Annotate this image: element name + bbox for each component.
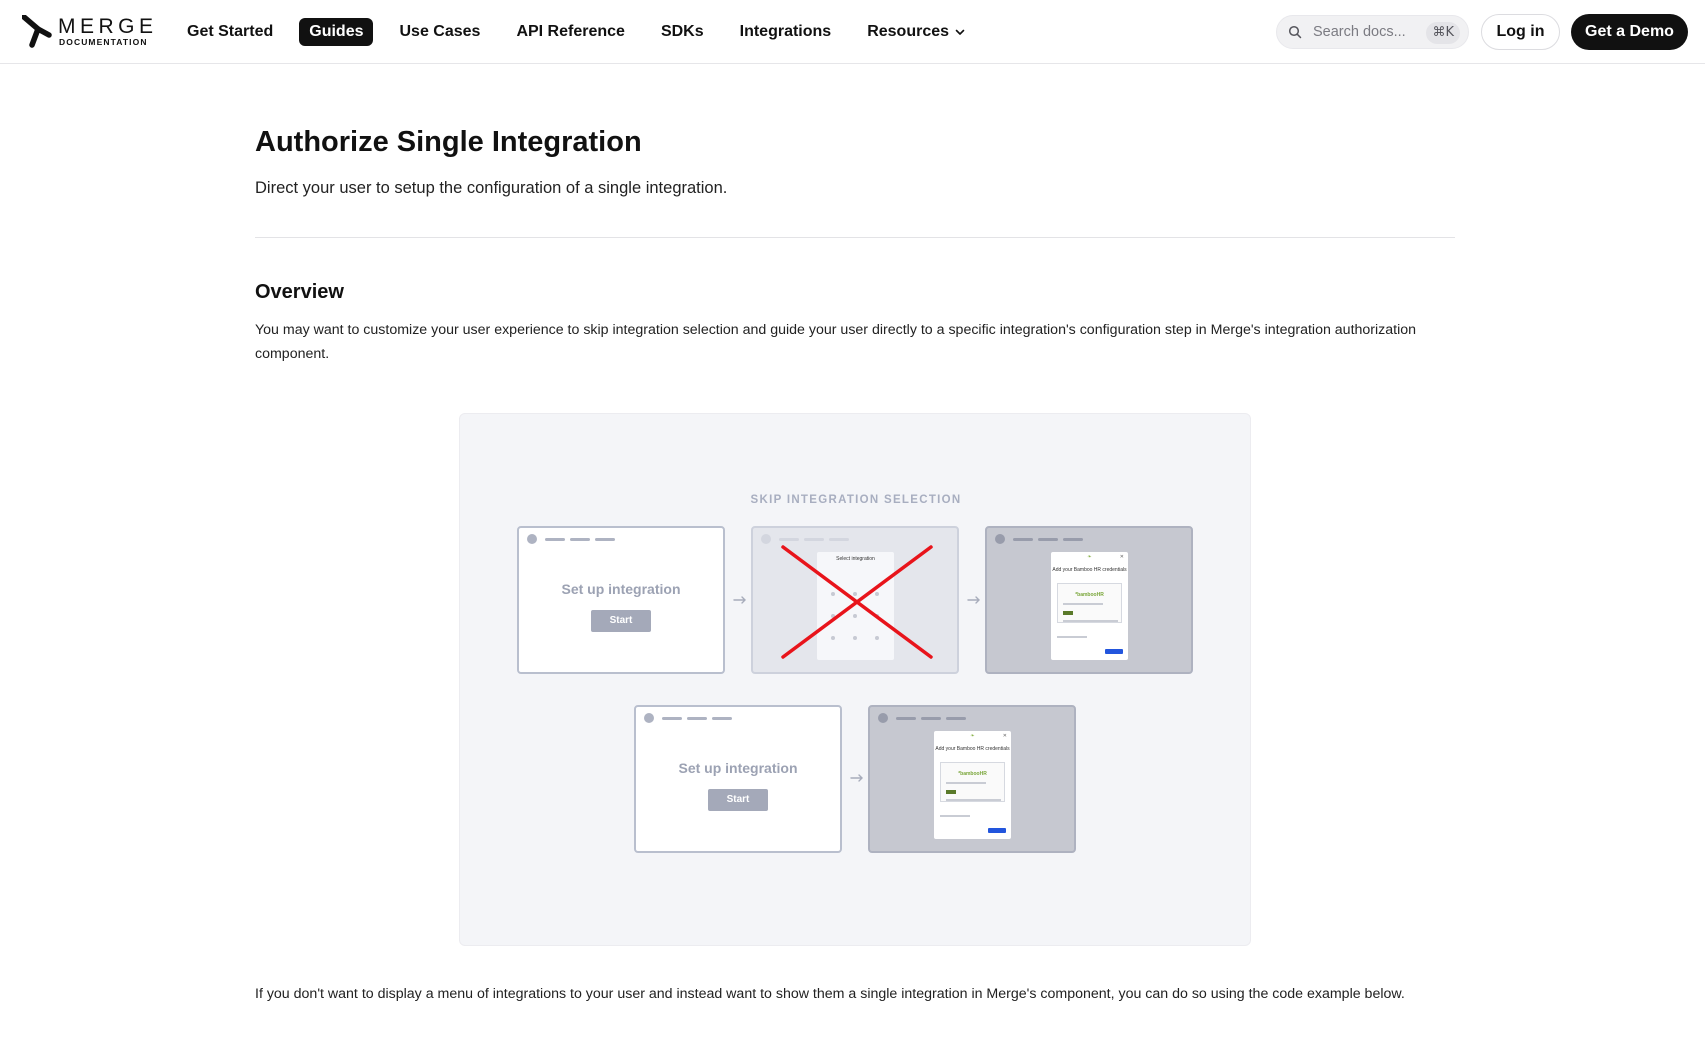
window-line [804,538,824,541]
code-example-intro-paragraph: If you don't want to display a menu of i… [255,986,1405,1002]
nav-api-reference[interactable]: API Reference [506,18,635,46]
window-line [921,717,941,720]
window-line [1063,538,1083,541]
bamboo-logo-icon: ❧ [970,733,975,739]
window-line [595,538,615,541]
credentials-modal: ✕ ❧ Add your Bamboo HR credentials *bamb… [1051,552,1128,660]
window-line [712,717,732,720]
illustration-label: SKIP INTEGRATION SELECTION [750,494,962,506]
window-dot [995,534,1005,544]
window-line [570,538,590,541]
login-button[interactable]: Log in [1481,14,1560,50]
window-line [1038,538,1058,541]
window-dot [761,534,771,544]
page-subtitle: Direct your user to setup the configurat… [255,179,728,197]
window-line [896,717,916,720]
credentials-card-row1: ✕ ❧ Add your Bamboo HR credentials *bamb… [985,526,1193,674]
search-shortcut-badge: ⌘K [1426,22,1460,44]
merge-logo-icon [22,15,52,48]
setup-start-button: Start [708,789,768,811]
window-dot [878,713,888,723]
window-line [545,538,565,541]
setup-card-title: Set up integration [561,581,681,597]
nav-resources[interactable]: Resources [857,18,975,46]
form-line [946,799,1001,801]
form-line [1063,620,1118,622]
form-line [940,815,970,817]
setup-card-row2: Set up integration Start [634,705,842,853]
arrow-right-icon [967,596,980,604]
nav-integrations[interactable]: Integrations [730,18,842,46]
window-line [829,538,849,541]
get-a-demo-button[interactable]: Get a Demo [1571,14,1688,50]
window-line [662,717,682,720]
nav-guides[interactable]: Guides [299,18,374,46]
overview-heading: Overview [255,281,344,303]
logo-subtitle: DOCUMENTATION [59,37,148,47]
arrow-right-icon [850,774,863,782]
merge-logo[interactable]: MERGE DOCUMENTATION [22,15,153,49]
top-navigation-bar: MERGE DOCUMENTATION Get Started Guides U… [0,0,1705,64]
credentials-form: *bambooHR [940,762,1005,802]
arrow-right-icon [733,596,746,604]
form-line [1057,636,1087,638]
nav-get-started[interactable]: Get Started [177,18,283,46]
credentials-modal-title: Add your Bamboo HR credentials [1052,567,1127,573]
nav-use-cases[interactable]: Use Cases [389,18,490,46]
window-line [779,538,799,541]
nav-sdks[interactable]: SDKs [651,18,714,46]
section-divider [255,237,1455,238]
window-dot [527,534,537,544]
bamboohr-brand: *bambooHR [958,771,987,777]
search-input[interactable]: Search docs... ⌘K [1276,15,1469,49]
chevron-down-icon [955,29,965,35]
bamboo-logo-icon: ❧ [1087,554,1092,560]
credentials-form: *bambooHR [1057,583,1122,623]
page-title: Authorize Single Integration [255,126,642,158]
window-line [687,717,707,720]
modal-primary-button [1105,649,1123,654]
search-icon [1288,25,1302,39]
window-line [946,717,966,720]
bamboohr-brand: *bambooHR [1075,592,1104,598]
setup-start-button: Start [591,610,651,632]
setup-card-row1: Set up integration Start [517,526,725,674]
cross-out-icon [781,545,933,659]
credentials-modal-title: Add your Bamboo HR credentials [935,746,1010,752]
setup-card-title: Set up integration [678,760,798,776]
skip-integration-selection-illustration: SKIP INTEGRATION SELECTION Set up integr… [459,413,1251,946]
credentials-card-row2: ✕ ❧ Add your Bamboo HR credentials *bamb… [868,705,1076,853]
form-line [1063,603,1103,605]
form-line [946,782,986,784]
window-line [1013,538,1033,541]
main-nav: Get Started Guides Use Cases API Referen… [177,18,991,46]
logo-wordmark: MERGE [58,15,158,38]
window-dot [644,713,654,723]
integration-selection-card: Select integration [751,526,959,674]
modal-primary-button [988,828,1006,833]
form-green-tag [946,790,956,794]
nav-resources-label: Resources [867,23,950,40]
form-green-tag [1063,611,1073,615]
credentials-modal: ✕ ❧ Add your Bamboo HR credentials *bamb… [934,731,1011,839]
search-placeholder: Search docs... [1313,24,1406,40]
overview-paragraph: You may want to customize your user expe… [255,322,1417,362]
